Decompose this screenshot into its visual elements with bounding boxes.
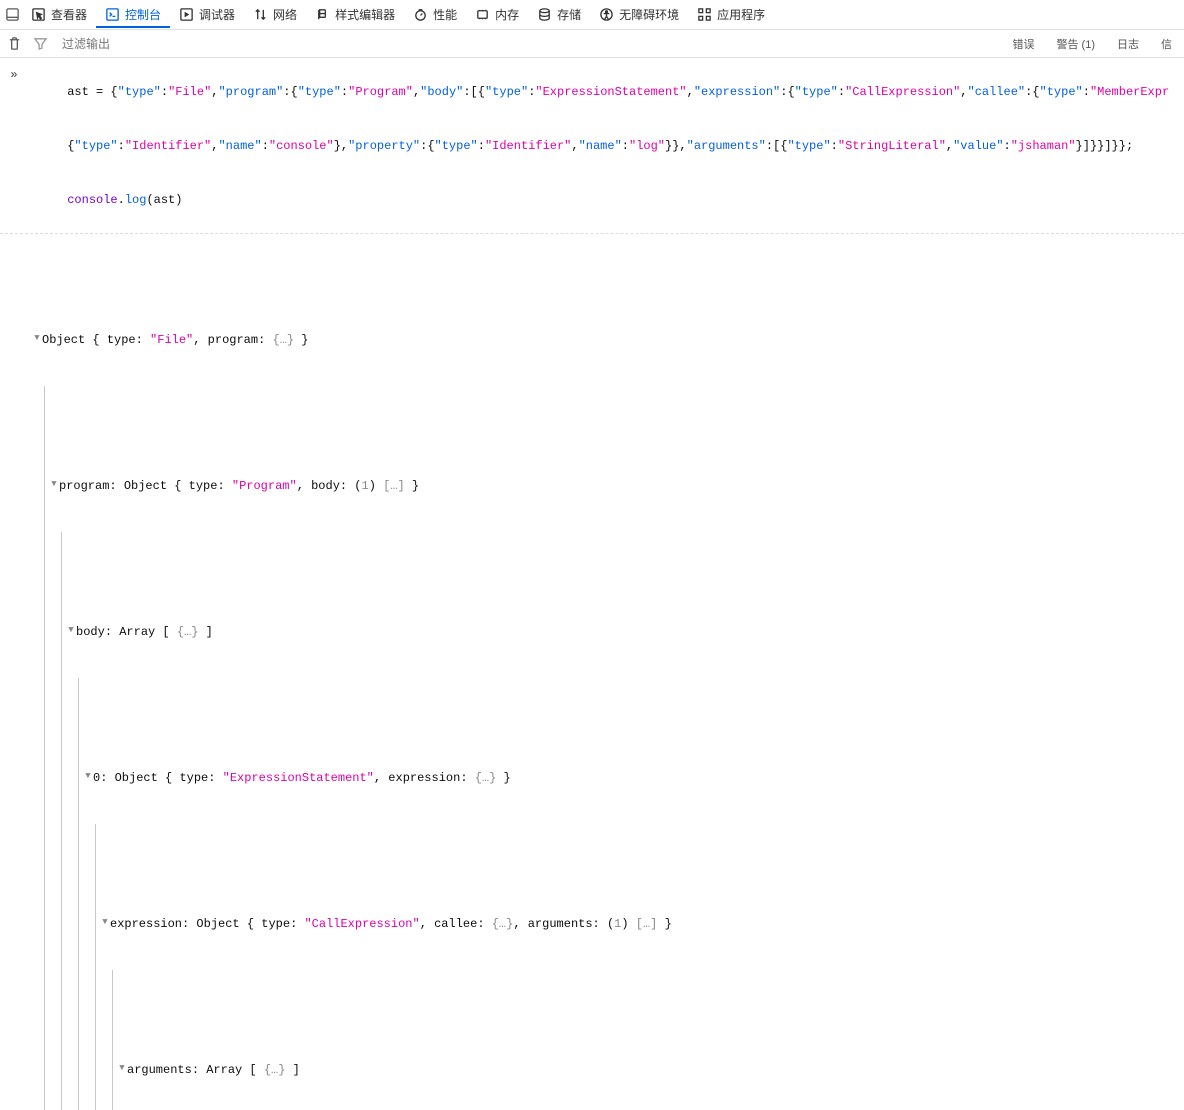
tab-a11y[interactable]: 无障碍环境 bbox=[590, 2, 688, 27]
tab-label: 内存 bbox=[495, 6, 519, 23]
tab-console[interactable]: 控制台 bbox=[96, 2, 170, 28]
tree-row-root[interactable]: ▼Object { type: "File", program: {…} } bbox=[30, 330, 1172, 350]
tree-row-program[interactable]: ▼program: Object { type: "Program", body… bbox=[47, 476, 1172, 496]
console-input-line[interactable]: » ast = {"type":"File","program":{"type"… bbox=[0, 62, 1184, 230]
filter-log[interactable]: 日志 bbox=[1111, 34, 1145, 54]
result-tree[interactable]: ▼Object { type: "File", program: {…} } ▼… bbox=[24, 240, 1178, 1110]
tab-label: 应用程序 bbox=[717, 6, 765, 23]
tree-row-body[interactable]: ▼body: Array [ {…} ] bbox=[64, 622, 1172, 642]
tab-storage[interactable]: 存储 bbox=[528, 2, 590, 27]
docking-icon[interactable] bbox=[4, 7, 20, 23]
tab-label: 网络 bbox=[273, 6, 297, 23]
tab-label: 调试器 bbox=[199, 6, 235, 23]
tab-label: 查看器 bbox=[51, 6, 87, 23]
filter-info[interactable]: 信 bbox=[1155, 34, 1178, 54]
funnel-icon[interactable] bbox=[32, 36, 48, 52]
console-output: » ast = {"type":"File","program":{"type"… bbox=[0, 58, 1184, 1110]
tab-style[interactable]: 样式编辑器 bbox=[306, 2, 404, 27]
tab-perf[interactable]: 性能 bbox=[404, 2, 466, 27]
tab-memory[interactable]: 内存 bbox=[466, 2, 528, 27]
tab-label: 性能 bbox=[433, 6, 457, 23]
tab-debug[interactable]: 调试器 bbox=[170, 2, 244, 27]
tab-label: 存储 bbox=[557, 6, 581, 23]
tree-row-body0[interactable]: ▼0: Object { type: "ExpressionStatement"… bbox=[81, 768, 1172, 788]
tab-cursor[interactable]: 查看器 bbox=[22, 2, 96, 27]
tab-label: 样式编辑器 bbox=[335, 6, 395, 23]
filter-input[interactable] bbox=[58, 35, 997, 53]
trash-icon[interactable] bbox=[6, 36, 22, 52]
devtools-toolbar: 查看器 控制台 调试器 网络 样式编辑器 性能 内存 存储 无障碍环境 应用程序 bbox=[0, 0, 1184, 30]
tab-label: 控制台 bbox=[125, 6, 161, 23]
tree-row-arguments[interactable]: ▼arguments: Array [ {…} ] bbox=[115, 1060, 1172, 1080]
filter-error[interactable]: 错误 bbox=[1007, 34, 1041, 54]
tree-row-expression[interactable]: ▼expression: Object { type: "CallExpress… bbox=[98, 914, 1172, 934]
prompt-icon: » bbox=[4, 65, 24, 84]
input-code: ast = {"type":"File","program":{"type":"… bbox=[24, 65, 1178, 227]
tab-network[interactable]: 网络 bbox=[244, 2, 306, 27]
tab-label: 无障碍环境 bbox=[619, 6, 679, 23]
console-filter-bar: 错误 警告 (1) 日志 信 bbox=[0, 30, 1184, 58]
filter-warning[interactable]: 警告 (1) bbox=[1051, 34, 1102, 54]
tab-apps[interactable]: 应用程序 bbox=[688, 2, 774, 27]
